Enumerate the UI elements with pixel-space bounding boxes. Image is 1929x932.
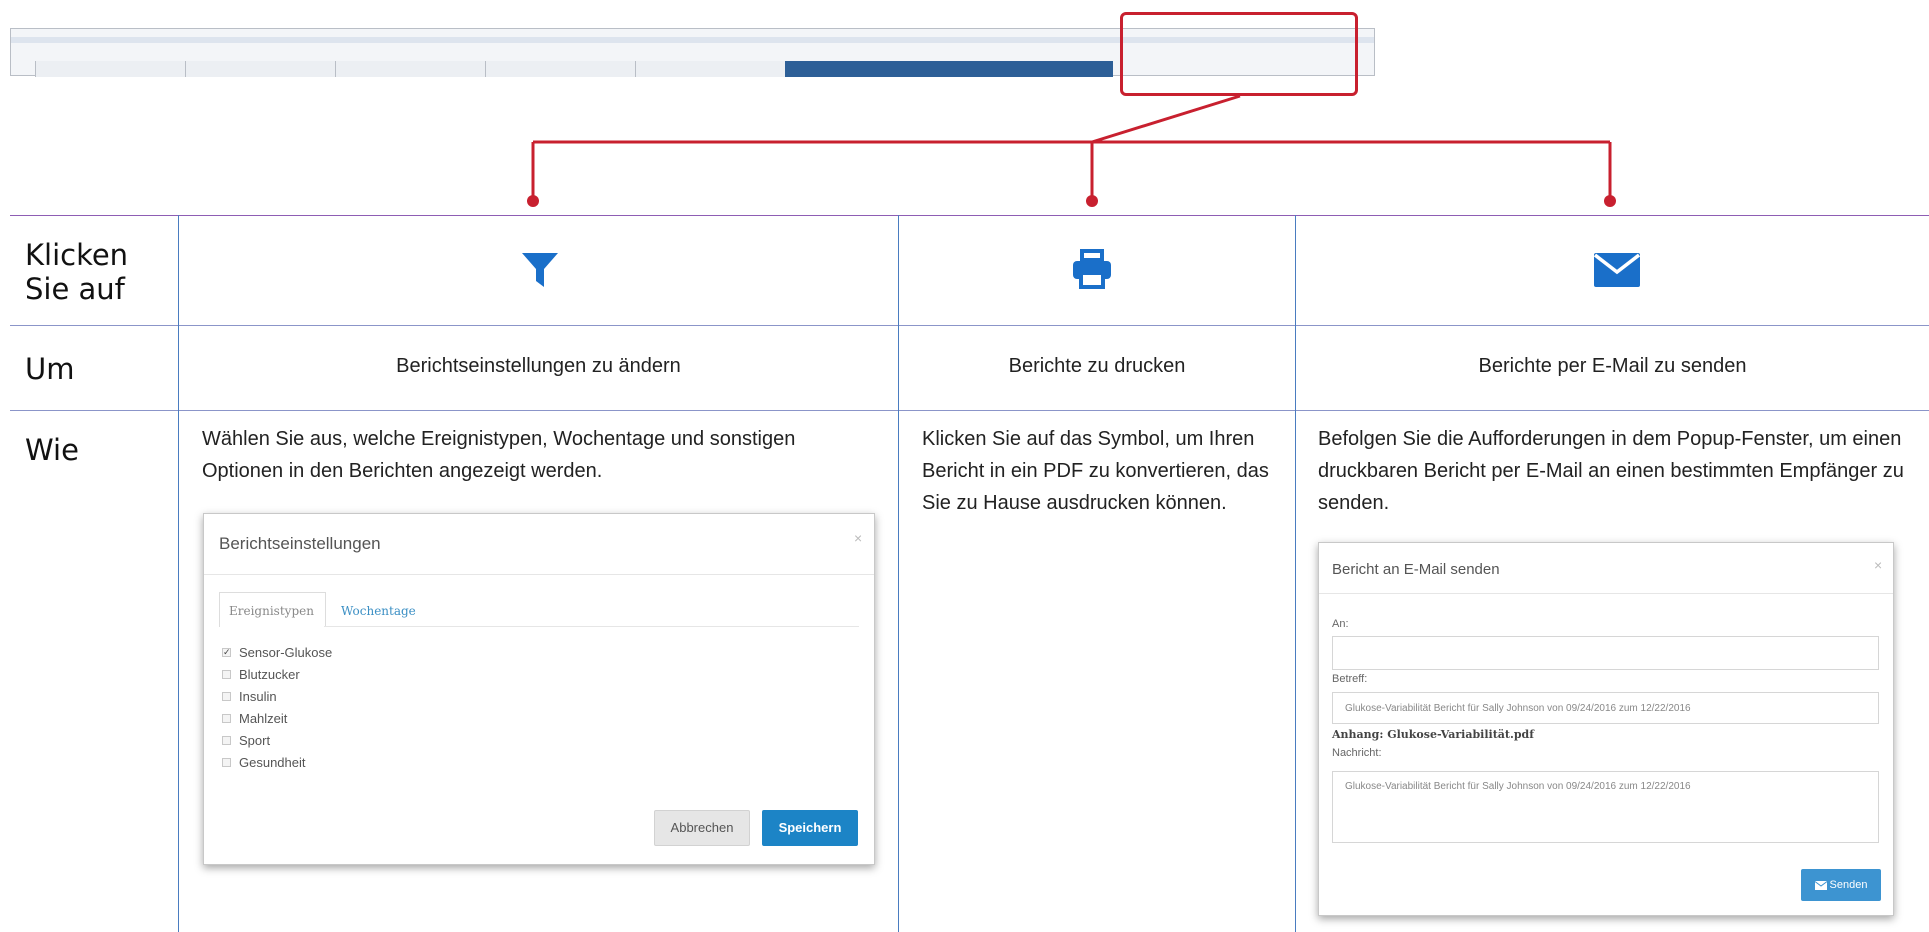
row-label-purpose: Um — [25, 352, 75, 386]
attachment-label: Anhang: Glukose-Variabilität.pdf — [1332, 728, 1534, 741]
message-label: Nachricht: — [1332, 747, 1382, 759]
how-email: Befolgen Sie die Aufforderungen in dem P… — [1318, 428, 1904, 514]
tab-3[interactable] — [335, 61, 485, 77]
tab-event-types[interactable]: Ereignistypen — [229, 604, 314, 618]
callout-dot-print — [1086, 195, 1098, 207]
option-label: Blutzucker — [239, 666, 300, 682]
email-dialog: Bericht an E-Mail senden × An: Betreff: … — [1318, 542, 1894, 916]
purpose-settings: Berichtseinstellungen zu ändern — [396, 355, 681, 377]
tab-4[interactable] — [485, 61, 635, 77]
option-meal[interactable]: Mahlzeit — [222, 708, 287, 728]
row-label-click: Klicken Sie auf — [25, 238, 129, 306]
row-label-how: Wie — [25, 433, 79, 467]
option-label: Sport — [239, 732, 271, 748]
table-col-divider-1 — [178, 215, 179, 932]
settings-dialog: Berichtseinstellungen × Ereignistypen Wo… — [203, 513, 875, 865]
table-row-divider-1 — [10, 325, 1929, 326]
option-sensor-glucose[interactable]: ✓ Sensor-Glukose — [222, 642, 332, 662]
option-sport[interactable]: Sport — [222, 730, 270, 750]
close-icon[interactable]: × — [854, 530, 862, 546]
send-label: Senden — [1829, 879, 1868, 891]
checkbox[interactable] — [222, 691, 231, 701]
filter-icon[interactable] — [520, 251, 560, 289]
email-dialog-separator — [1319, 593, 1893, 594]
option-label: Gesundheit — [239, 754, 306, 770]
message-textarea[interactable]: Glukose-Variabilität Bericht für Sally J… — [1332, 771, 1879, 843]
envelope-icon — [1814, 880, 1827, 890]
tab-2[interactable] — [185, 61, 335, 77]
option-insulin[interactable]: Insulin — [222, 686, 277, 706]
send-button[interactable]: Senden — [1801, 869, 1881, 901]
print-icon[interactable] — [1071, 249, 1113, 289]
to-label: An: — [1332, 618, 1349, 630]
checkbox-checked[interactable]: ✓ — [222, 647, 231, 657]
how-print: Klicken Sie auf das Symbol, um Ihren Ber… — [922, 428, 1269, 514]
checkbox[interactable] — [222, 713, 231, 723]
checkbox[interactable] — [222, 735, 231, 745]
settings-dialog-separator — [204, 574, 874, 575]
option-label: Sensor-Glukose — [239, 644, 333, 660]
table-col-divider-2 — [898, 215, 899, 932]
checkbox[interactable] — [222, 757, 231, 767]
save-button[interactable]: Speichern — [762, 810, 858, 846]
how-settings: Wählen Sie aus, welche Ereignistypen, Wo… — [202, 428, 796, 482]
tab-baseline — [324, 626, 859, 627]
table-row-divider-2 — [10, 410, 1929, 411]
table-col-divider-3 — [1295, 215, 1296, 932]
envelope-icon[interactable] — [1594, 253, 1640, 287]
callout-dot-filter — [527, 195, 539, 207]
subject-input[interactable]: Glukose-Variabilität Bericht für Sally J… — [1332, 692, 1879, 724]
purpose-email: Berichte per E-Mail zu senden — [1478, 355, 1747, 377]
tab-5[interactable] — [635, 61, 785, 77]
close-icon[interactable]: × — [1874, 557, 1882, 573]
checkbox[interactable] — [222, 669, 231, 679]
tab-weekdays[interactable]: Wochentage — [341, 604, 416, 618]
option-label: Insulin — [239, 688, 277, 704]
option-health[interactable]: Gesundheit — [222, 752, 306, 772]
tab-active[interactable] — [785, 61, 1113, 77]
to-input[interactable] — [1332, 636, 1879, 670]
email-dialog-title: Bericht an E-Mail senden — [1332, 561, 1500, 578]
option-blood-sugar[interactable]: Blutzucker — [222, 664, 300, 684]
icon-highlight-box — [1120, 12, 1358, 96]
callout-dot-email — [1604, 195, 1616, 207]
cancel-button[interactable]: Abbrechen — [654, 810, 750, 846]
subject-label: Betreff: — [1332, 673, 1368, 685]
tab-1[interactable] — [35, 61, 185, 77]
settings-dialog-title: Berichtseinstellungen — [219, 534, 381, 553]
option-label: Mahlzeit — [239, 710, 288, 726]
purpose-print: Berichte zu drucken — [1008, 355, 1186, 377]
table-top-border — [10, 215, 1929, 216]
